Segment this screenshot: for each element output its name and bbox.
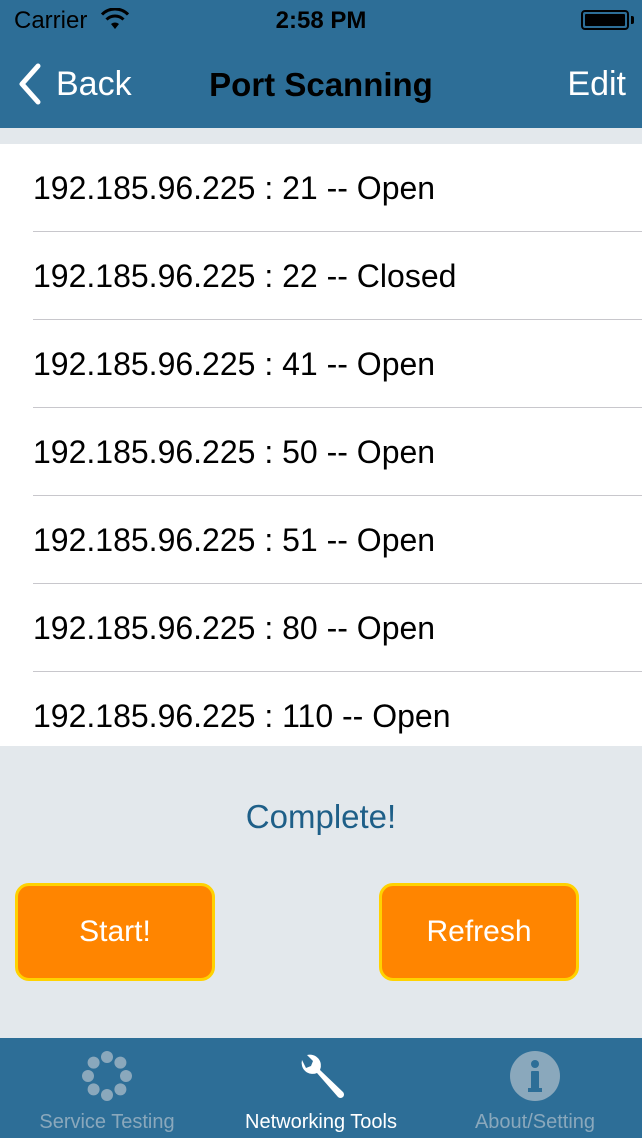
clock: 2:58 PM bbox=[275, 7, 367, 34]
list-item[interactable]: 192.185.96.225 : 50 -- Open bbox=[0, 408, 642, 496]
refresh-button[interactable]: Refresh bbox=[379, 883, 579, 981]
navigation-bar: Back Port Scanning Edit bbox=[0, 40, 642, 128]
list-item[interactable]: 192.185.96.225 : 51 -- Open bbox=[0, 496, 642, 584]
start-button[interactable]: Start! bbox=[15, 883, 215, 981]
battery-tip bbox=[631, 16, 634, 24]
list-item[interactable]: 192.185.96.225 : 80 -- Open bbox=[0, 584, 642, 672]
chevron-left-icon bbox=[19, 63, 41, 105]
tab-service-testing[interactable]: Service Testing bbox=[0, 1038, 214, 1138]
list-item[interactable]: 192.185.96.225 : 21 -- Open bbox=[0, 144, 642, 232]
tab-label: Service Testing bbox=[39, 1111, 175, 1133]
edit-button[interactable]: Edit bbox=[567, 65, 626, 104]
tab-about-setting[interactable]: About/Setting bbox=[428, 1038, 642, 1138]
tab-networking-tools[interactable]: Networking Tools bbox=[214, 1038, 428, 1138]
spinner-icon bbox=[82, 1051, 132, 1101]
back-label: Back bbox=[56, 64, 132, 103]
tab-label: Networking Tools bbox=[245, 1111, 397, 1133]
scan-results-list[interactable]: 192.185.96.225 : 21 -- Open 192.185.96.2… bbox=[0, 144, 642, 746]
tab-label: About/Setting bbox=[474, 1111, 596, 1133]
list-item[interactable]: 192.185.96.225 : 22 -- Closed bbox=[0, 232, 642, 320]
list-item[interactable]: 192.185.96.225 : 110 -- Open bbox=[0, 672, 642, 746]
battery-icon bbox=[581, 10, 629, 30]
list-item[interactable]: 192.185.96.225 : 41 -- Open bbox=[0, 320, 642, 408]
wrench-icon bbox=[301, 1054, 345, 1099]
tab-bar: Service Testing Networking Tools About/S… bbox=[0, 1038, 642, 1138]
status-bar: Carrier 2:58 PM bbox=[0, 0, 642, 40]
scan-status-label: Complete! bbox=[245, 798, 397, 835]
back-button[interactable]: Back bbox=[16, 62, 132, 106]
info-icon bbox=[510, 1051, 560, 1101]
